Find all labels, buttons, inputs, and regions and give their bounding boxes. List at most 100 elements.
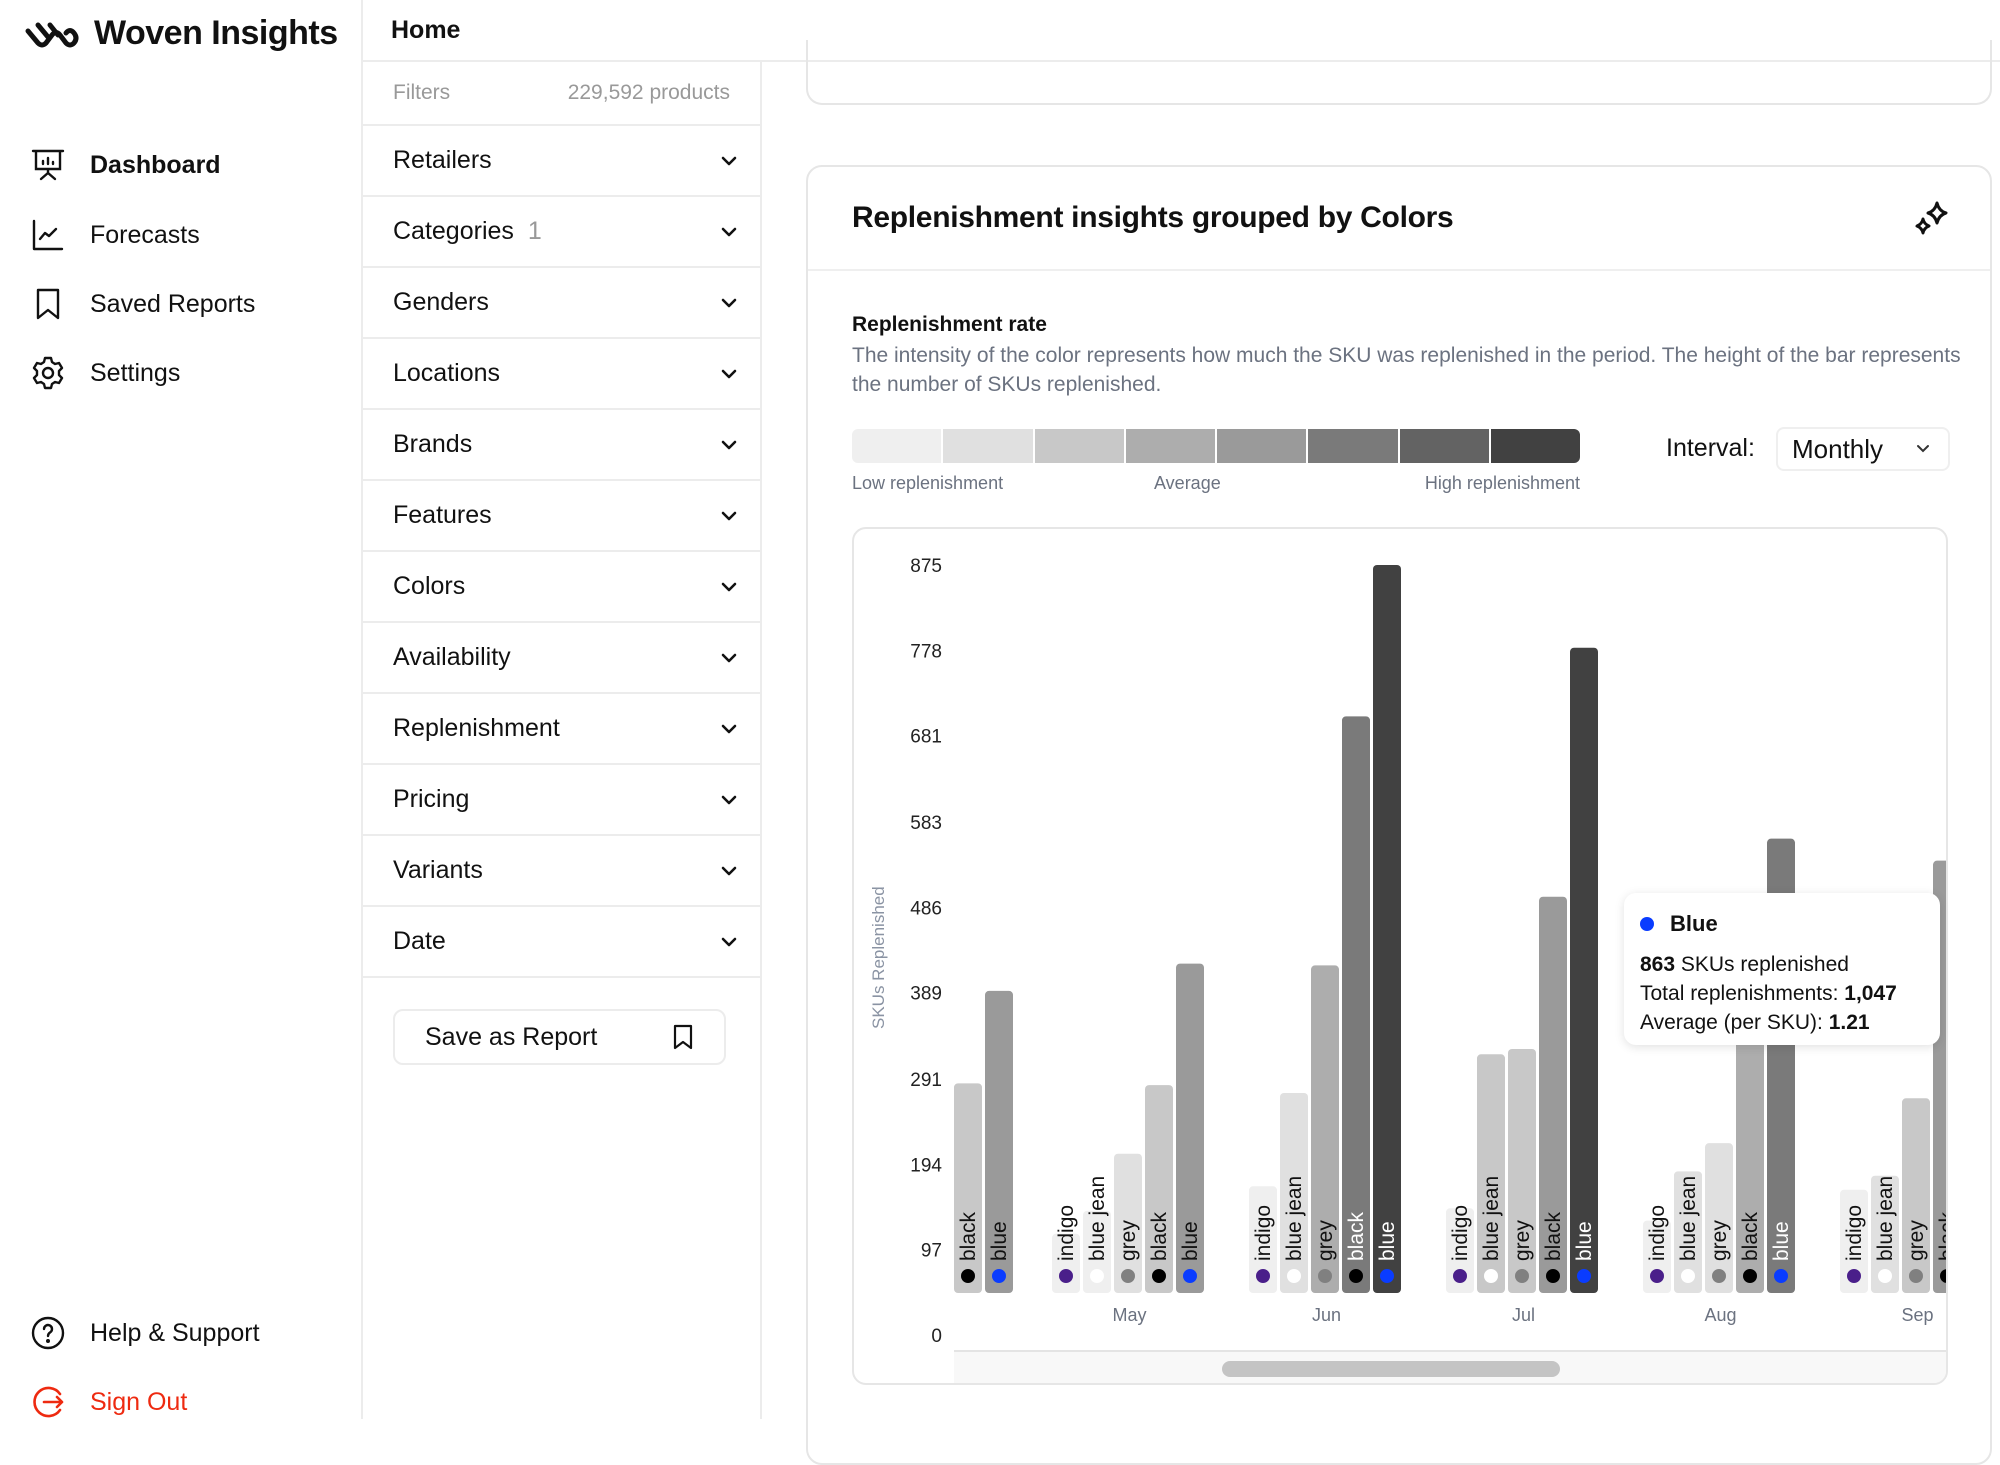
filter-date[interactable]: Date bbox=[363, 907, 760, 978]
chevron-down-icon bbox=[721, 227, 737, 236]
legend-low-label: Low replenishment bbox=[852, 473, 1004, 493]
rate-title: Replenishment rate bbox=[852, 313, 1047, 336]
y-tick-label: 681 bbox=[910, 727, 942, 748]
filter-label: Pricing bbox=[393, 785, 470, 813]
legend-swatch bbox=[943, 429, 1035, 463]
filter-label: Date bbox=[393, 927, 446, 955]
bar-blue bbox=[1373, 565, 1401, 1293]
tooltip-total-label: Total replenishments: bbox=[1640, 982, 1845, 1005]
nav-label: Dashboard bbox=[90, 150, 221, 179]
y-tick-label: 486 bbox=[910, 898, 942, 919]
legend-high-label: High replenishment bbox=[1424, 473, 1580, 493]
bar-color-dot bbox=[1743, 1269, 1757, 1283]
bar-label: indigo bbox=[1252, 1205, 1275, 1261]
x-tick-label: Jul bbox=[1512, 1305, 1535, 1325]
bar-color-dot bbox=[1059, 1269, 1073, 1283]
sidebar-item-forecasts[interactable]: Forecasts bbox=[30, 217, 200, 253]
bar-label: blue jean bbox=[1283, 1176, 1306, 1261]
chevron-down-icon bbox=[1917, 445, 1929, 453]
filter-variants[interactable]: Variants bbox=[363, 836, 760, 907]
bar-color-dot bbox=[1453, 1269, 1467, 1283]
y-tick-label: 778 bbox=[910, 641, 942, 662]
sign-out-icon bbox=[33, 1386, 64, 1418]
filters-panel: Filters 229,592 products Retailers Catego… bbox=[363, 62, 762, 1419]
filter-label: Features bbox=[393, 501, 492, 529]
tooltip-total-value: 1,047 bbox=[1844, 982, 1897, 1005]
legend-swatch bbox=[1125, 429, 1217, 463]
bar-color-dot bbox=[1090, 1269, 1104, 1283]
chevron-down-icon bbox=[721, 156, 737, 165]
legend-swatch bbox=[1308, 429, 1400, 463]
bar-label: black bbox=[1148, 1211, 1171, 1261]
bar-label: indigo bbox=[1055, 1205, 1078, 1261]
legend-swatch bbox=[1217, 429, 1309, 463]
legend-swatch bbox=[1399, 429, 1491, 463]
filter-categories[interactable]: Categories 1 bbox=[363, 197, 760, 268]
chevron-down-icon bbox=[721, 866, 737, 875]
nav-label: Help & Support bbox=[90, 1318, 260, 1347]
chevron-down-icon bbox=[721, 653, 737, 662]
y-tick-label: 583 bbox=[910, 813, 942, 834]
filter-replenishment[interactable]: Replenishment bbox=[363, 694, 760, 765]
help-support-link[interactable]: Help & Support bbox=[30, 1315, 260, 1351]
bar-color-dot bbox=[1515, 1269, 1529, 1283]
bar-label: blue bbox=[1770, 1221, 1793, 1261]
sparkle-icon[interactable] bbox=[1910, 197, 1954, 241]
bar-label: black bbox=[1739, 1211, 1762, 1261]
bar-label: indigo bbox=[1843, 1205, 1866, 1261]
sidebar-item-saved-reports[interactable]: Saved Reports bbox=[30, 286, 255, 322]
filter-label: Locations bbox=[393, 359, 501, 387]
sign-out-link[interactable]: Sign Out bbox=[30, 1384, 187, 1420]
save-as-report-button[interactable]: Save as Report bbox=[393, 1009, 726, 1065]
tooltip-series-dot bbox=[1640, 916, 1654, 931]
filter-label: Variants bbox=[393, 856, 483, 884]
logo[interactable]: Woven Insights bbox=[24, 14, 338, 53]
bar-label: indigo bbox=[1449, 1205, 1472, 1261]
filter-brands[interactable]: Brands bbox=[363, 410, 760, 481]
filters-title: Filters bbox=[393, 81, 451, 104]
bar-label: blue bbox=[1376, 1221, 1399, 1261]
filter-pricing[interactable]: Pricing bbox=[363, 765, 760, 836]
bar-label: blue jean bbox=[1677, 1176, 1700, 1261]
y-tick-label: 291 bbox=[910, 1070, 942, 1091]
y-tick-label: 875 bbox=[910, 556, 942, 577]
y-axis-label: SKUs Replenished bbox=[869, 886, 888, 1029]
bar-label: blue jean bbox=[1086, 1176, 1109, 1261]
page-title: Home bbox=[391, 16, 461, 44]
filter-locations[interactable]: Locations bbox=[363, 339, 760, 410]
filter-features[interactable]: Features bbox=[363, 481, 760, 552]
bookmark-icon bbox=[36, 288, 60, 320]
bar-color-dot bbox=[1774, 1269, 1788, 1283]
intensity-legend bbox=[852, 429, 1580, 463]
bar-label: black bbox=[957, 1211, 980, 1261]
interval-select[interactable]: Monthly bbox=[1776, 427, 1950, 471]
bar-label: black bbox=[1345, 1211, 1368, 1261]
x-tick-label: Sep bbox=[1901, 1305, 1933, 1325]
scrollbar-thumb[interactable] bbox=[1222, 1361, 1560, 1377]
card-header: Replenishment insights grouped by Colors bbox=[808, 167, 1990, 271]
sidebar-item-settings[interactable]: Settings bbox=[30, 355, 180, 391]
sidebar-item-dashboard[interactable]: Dashboard bbox=[30, 147, 221, 183]
filter-availability[interactable]: Availability bbox=[363, 623, 760, 694]
x-tick-label: Jun bbox=[1312, 1305, 1341, 1325]
legend-average-label: Average bbox=[1154, 473, 1221, 493]
tooltip-skus-value: 863 bbox=[1640, 953, 1676, 976]
bar-color-dot bbox=[1349, 1269, 1363, 1283]
bar-color-dot bbox=[1878, 1269, 1892, 1283]
filter-genders[interactable]: Genders bbox=[363, 268, 760, 339]
card-title: Replenishment insights grouped by Colors bbox=[852, 201, 1454, 234]
interval-value: Monthly bbox=[1792, 433, 1884, 464]
filter-label: Colors bbox=[393, 572, 466, 600]
line-chart-icon bbox=[32, 219, 64, 251]
bar-label: blue jean bbox=[1480, 1176, 1503, 1261]
rate-description: The intensity of the color represents ho… bbox=[852, 344, 1961, 396]
bar-color-dot bbox=[1681, 1269, 1695, 1283]
bar-color-dot bbox=[1546, 1269, 1560, 1283]
filter-retailers[interactable]: Retailers bbox=[363, 126, 760, 197]
filter-colors[interactable]: Colors bbox=[363, 552, 760, 623]
legend-swatch bbox=[1490, 429, 1580, 463]
tooltip-header: Blue bbox=[1640, 909, 1924, 938]
bar-label: blue bbox=[1573, 1221, 1596, 1261]
bar-black bbox=[1342, 716, 1370, 1293]
filter-label: Genders bbox=[393, 288, 489, 316]
